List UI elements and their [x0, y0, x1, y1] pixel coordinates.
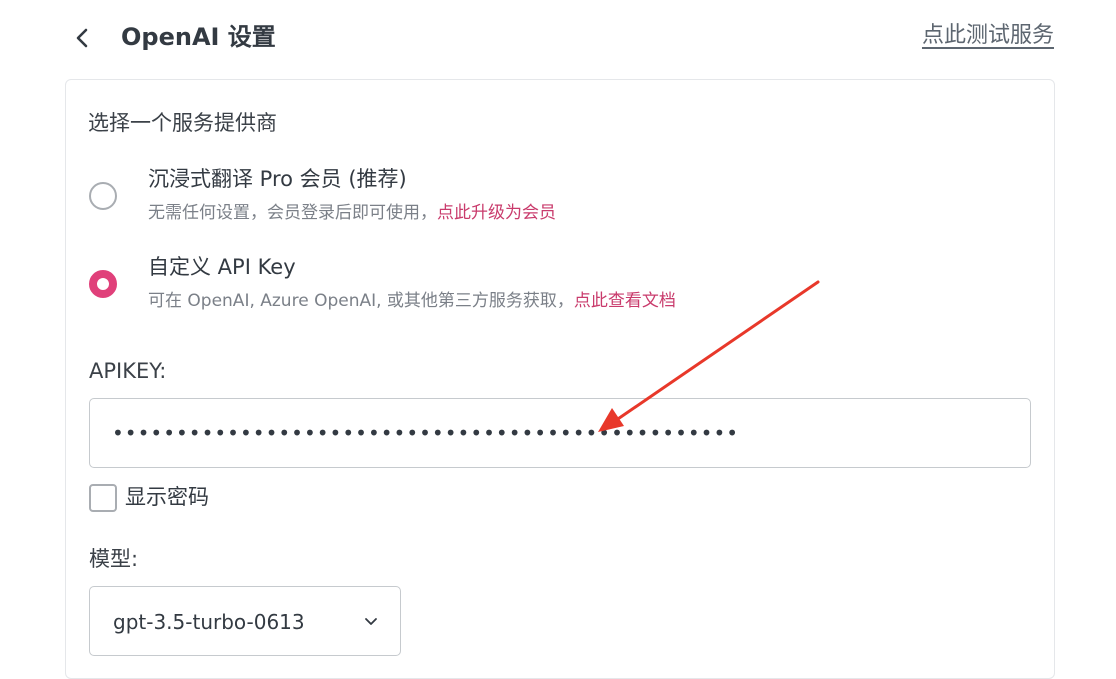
model-select[interactable]: gpt-3.5-turbo-0613 [89, 586, 401, 656]
test-service-link[interactable]: 点此测试服务 [922, 20, 1054, 52]
option-custom-title: 自定义 API Key [148, 255, 296, 279]
option-pro-title: 沉浸式翻译 Pro 会员 (推荐) [148, 167, 407, 191]
view-docs-link[interactable]: 点此查看文档 [574, 291, 676, 311]
model-label: 模型: [89, 547, 139, 571]
upgrade-member-link[interactable]: 点此升级为会员 [437, 203, 556, 223]
option-custom-desc-text: 可在 OpenAI, Azure OpenAI, 或其他第三方服务获取， [148, 291, 574, 311]
option-pro-desc: 无需任何设置，会员登录后即可使用，点此升级为会员 [148, 200, 556, 226]
apikey-input[interactable] [89, 398, 1031, 468]
model-selected-value: gpt-3.5-turbo-0613 [113, 610, 305, 634]
show-password-label[interactable]: 显示密码 [125, 482, 209, 512]
back-button[interactable] [66, 22, 98, 54]
option-pro-desc-text: 无需任何设置，会员登录后即可使用， [148, 203, 437, 223]
provider-section-label: 选择一个服务提供商 [88, 111, 277, 135]
apikey-label: APIKEY: [89, 359, 167, 383]
chevron-left-icon [76, 28, 88, 48]
chevron-down-icon [365, 618, 377, 625]
show-password-checkbox[interactable] [89, 484, 117, 512]
radio-pro-member[interactable] [89, 182, 117, 210]
radio-custom-api-key[interactable] [89, 270, 117, 298]
header: OpenAI 设置 点此测试服务 [0, 0, 1116, 78]
option-custom-desc: 可在 OpenAI, Azure OpenAI, 或其他第三方服务获取，点此查看… [148, 288, 676, 314]
page-title: OpenAI 设置 [121, 23, 276, 51]
